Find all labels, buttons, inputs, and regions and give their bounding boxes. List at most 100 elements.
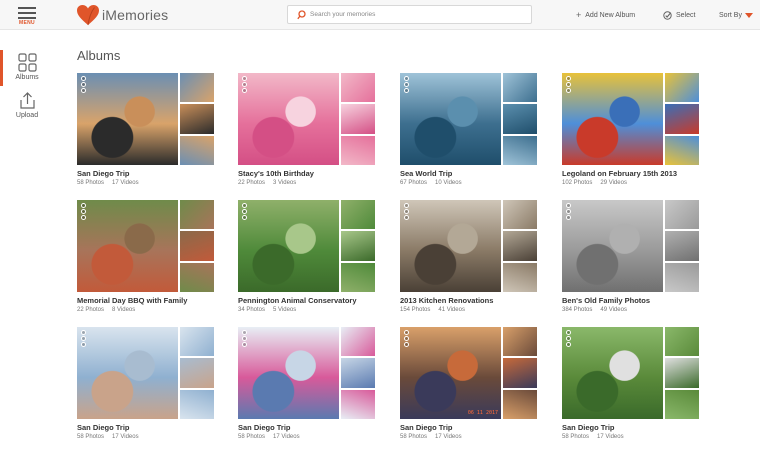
album-photo-count: 58 Photos bbox=[562, 434, 590, 440]
album-collage bbox=[238, 200, 375, 292]
album-name: Legoland on February 15th 2013 bbox=[562, 169, 678, 178]
album-options-icon[interactable] bbox=[242, 330, 248, 348]
album-counts: 67 Photos 10 Videos bbox=[400, 180, 462, 186]
album-thumbnail bbox=[503, 327, 537, 357]
album-thumbnail bbox=[180, 327, 214, 357]
album-card[interactable]: 2013 Kitchen Renovations 154 Photos 41 Vid… bbox=[400, 200, 537, 320]
album-video-count: 29 Videos bbox=[600, 180, 627, 186]
album-name: San Diego Trip bbox=[400, 423, 453, 432]
album-name: San Diego Trip bbox=[77, 423, 130, 432]
album-options-icon[interactable] bbox=[242, 203, 248, 221]
album-thumbnail bbox=[341, 231, 375, 261]
sidebar: Albums Upload bbox=[0, 31, 54, 450]
album-name: San Diego Trip bbox=[238, 423, 291, 432]
menu-button[interactable]: MENU bbox=[14, 5, 40, 27]
album-photo-count: 58 Photos bbox=[77, 180, 105, 186]
album-thumbnail bbox=[665, 262, 699, 292]
sort-by-label: Sort By bbox=[719, 11, 742, 19]
album-card[interactable]: Ben's Old Family Photos 384 Photos 49 Vide… bbox=[562, 200, 699, 320]
album-options-icon[interactable] bbox=[81, 76, 87, 94]
album-counts: 58 Photos 17 Videos bbox=[562, 434, 624, 440]
album-counts: 102 Photos 29 Videos bbox=[562, 180, 627, 186]
album-video-count: 41 Videos bbox=[438, 307, 465, 313]
album-card[interactable]: Pennington Animal Conservatory 34 Photos 5… bbox=[238, 200, 375, 320]
album-card[interactable]: Memorial Day BBQ with Family 22 Photos 8 V… bbox=[77, 200, 214, 320]
album-thumbnail bbox=[503, 135, 537, 165]
album-card[interactable]: 06 11 2017 San Diego Trip 58 Photos 17 Vide… bbox=[400, 327, 537, 447]
photo-date-stamp: 06 11 2017 bbox=[467, 409, 498, 416]
album-thumbnail bbox=[665, 389, 699, 419]
album-card[interactable]: Sea World Trip 67 Photos 10 Videos bbox=[400, 73, 537, 193]
album-thumbnail bbox=[665, 135, 699, 165]
album-name: Pennington Animal Conservatory bbox=[238, 296, 357, 305]
album-options-icon[interactable] bbox=[81, 203, 87, 221]
album-card[interactable]: Stacy's 10th Birthday 22 Photos 3 Videos bbox=[238, 73, 375, 193]
album-card[interactable]: San Diego Trip 58 Photos 17 Videos bbox=[77, 327, 214, 447]
album-video-count: 17 Videos bbox=[435, 434, 462, 440]
album-collage bbox=[77, 200, 214, 292]
album-photo-count: 154 Photos bbox=[400, 307, 431, 313]
album-collage bbox=[562, 73, 699, 165]
album-video-count: 17 Videos bbox=[112, 180, 139, 186]
album-cover-photo: 06 11 2017 bbox=[400, 327, 501, 419]
album-counts: 22 Photos 3 Videos bbox=[238, 180, 296, 186]
album-video-count: 5 Videos bbox=[273, 307, 297, 313]
album-thumbnail bbox=[503, 200, 537, 230]
album-photo-count: 34 Photos bbox=[238, 307, 266, 313]
album-collage bbox=[77, 73, 214, 165]
album-options-icon[interactable] bbox=[404, 330, 410, 348]
album-video-count: 3 Videos bbox=[273, 180, 297, 186]
album-name: Stacy's 10th Birthday bbox=[238, 169, 314, 178]
heart-logo-icon bbox=[77, 5, 99, 26]
album-thumbnail bbox=[503, 389, 537, 419]
album-card[interactable]: San Diego Trip 58 Photos 17 Videos bbox=[238, 327, 375, 447]
sidebar-item-label: Albums bbox=[15, 74, 39, 81]
logo[interactable]: iMemories bbox=[76, 4, 168, 26]
sidebar-item-albums[interactable]: Albums bbox=[0, 50, 54, 88]
album-cover-photo bbox=[77, 327, 178, 419]
album-thumbnail bbox=[341, 104, 375, 134]
album-photo-count: 67 Photos bbox=[400, 180, 428, 186]
album-options-icon[interactable] bbox=[566, 330, 572, 348]
search-box[interactable] bbox=[287, 5, 532, 24]
album-thumbnail bbox=[180, 73, 214, 103]
album-thumbnail bbox=[665, 358, 699, 388]
caret-down-icon bbox=[744, 12, 753, 18]
album-thumbnail bbox=[180, 262, 214, 292]
album-thumbnail bbox=[180, 135, 214, 165]
select-button[interactable]: Select bbox=[663, 9, 695, 21]
album-card[interactable]: Legoland on February 15th 2013 102 Photos… bbox=[562, 73, 699, 193]
album-cover-photo bbox=[562, 200, 663, 292]
upload-icon bbox=[20, 92, 35, 109]
album-options-icon[interactable] bbox=[81, 330, 87, 348]
album-photo-count: 384 Photos bbox=[562, 307, 593, 313]
album-options-icon[interactable] bbox=[566, 203, 572, 221]
album-thumbnail bbox=[341, 389, 375, 419]
grid-icon bbox=[18, 53, 37, 72]
hamburger-icon-bar bbox=[18, 17, 36, 19]
album-name: Memorial Day BBQ with Family bbox=[77, 296, 188, 305]
sidebar-item-upload[interactable]: Upload bbox=[0, 88, 54, 126]
album-counts: 58 Photos 17 Videos bbox=[400, 434, 462, 440]
add-new-album-button[interactable]: + Add New Album bbox=[576, 9, 635, 21]
album-thumbnail bbox=[341, 327, 375, 357]
hamburger-icon bbox=[18, 7, 36, 9]
album-thumbnail bbox=[503, 231, 537, 261]
album-thumbnail bbox=[180, 389, 214, 419]
album-cover-photo bbox=[238, 327, 339, 419]
album-video-count: 17 Videos bbox=[597, 434, 624, 440]
album-cover-photo bbox=[562, 73, 663, 165]
album-card[interactable]: San Diego Trip 58 Photos 17 Videos bbox=[77, 73, 214, 193]
album-thumbnail bbox=[665, 200, 699, 230]
album-options-icon[interactable] bbox=[404, 203, 410, 221]
album-video-count: 8 Videos bbox=[112, 307, 136, 313]
album-card[interactable]: San Diego Trip 58 Photos 17 Videos bbox=[562, 327, 699, 447]
album-cover-photo bbox=[562, 327, 663, 419]
sort-by-button[interactable]: Sort By bbox=[719, 9, 753, 21]
search-input[interactable] bbox=[310, 8, 525, 21]
album-options-icon[interactable] bbox=[242, 76, 248, 94]
album-name: Sea World Trip bbox=[400, 169, 453, 178]
album-video-count: 10 Videos bbox=[435, 180, 462, 186]
album-options-icon[interactable] bbox=[404, 76, 410, 94]
album-options-icon[interactable] bbox=[566, 76, 572, 94]
